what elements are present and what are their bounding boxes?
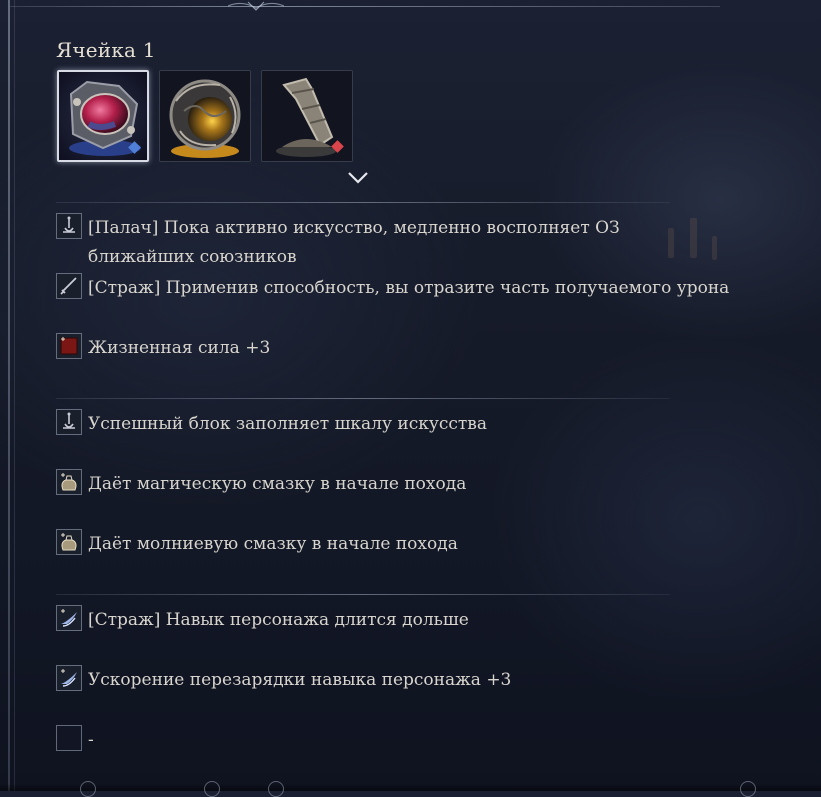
effect-text: Даёт молниевую смазку в начале похода xyxy=(88,534,458,554)
effect-text: Даёт магическую смазку в начале похода xyxy=(88,474,467,494)
pouch-icon xyxy=(56,469,82,495)
effect-text: - xyxy=(88,730,94,750)
bottom-nav-dot[interactable] xyxy=(740,781,756,797)
executor-icon xyxy=(56,409,82,435)
effect-text: [Страж] Применив способность, вы отразит… xyxy=(88,278,730,298)
golden-orb-relic-icon xyxy=(160,71,250,161)
sword-icon xyxy=(56,273,82,299)
divider xyxy=(56,202,670,203)
red-gem-relic-icon xyxy=(59,72,147,160)
relic-slot-1[interactable] xyxy=(57,70,149,162)
background-candle xyxy=(712,236,717,260)
slot-title: Ячейка 1 xyxy=(56,38,156,62)
bottom-nav-dot[interactable] xyxy=(268,781,284,797)
top-ornament-icon xyxy=(228,1,284,11)
relic-slot-2[interactable] xyxy=(159,70,251,162)
effect-text: Жизненная сила +3 xyxy=(88,338,271,358)
bottom-bar xyxy=(0,783,821,791)
frame-top-border xyxy=(10,6,720,7)
effect-text: [Страж] Навык персонажа длится дольше xyxy=(88,610,469,630)
bottom-nav-dot[interactable] xyxy=(204,781,220,797)
frame-left-border xyxy=(8,0,10,791)
bottom-nav-dot[interactable] xyxy=(80,781,96,797)
effect-text-continued: ближайших союзников xyxy=(88,247,297,267)
effect-text: Ускорение перезарядки навыка персонажа +… xyxy=(88,670,512,690)
divider xyxy=(56,398,670,399)
effect-text: Успешный блок заполняет шкалу искусства xyxy=(88,414,487,434)
divider xyxy=(56,594,670,595)
chevron-down-icon[interactable] xyxy=(346,170,370,186)
pouch-icon xyxy=(56,529,82,555)
skill-wing-icon xyxy=(56,665,82,691)
skill-wing-icon xyxy=(56,605,82,631)
relic-slot-3[interactable] xyxy=(261,70,353,162)
executor-icon xyxy=(56,213,82,239)
stone-pillar-relic-icon xyxy=(262,71,352,161)
frame-left-inner-border xyxy=(14,0,15,791)
empty-slot-icon xyxy=(56,725,82,751)
effect-text: [Палач] Пока активно искусство, медленно… xyxy=(88,218,620,238)
vigor-icon xyxy=(56,333,82,359)
